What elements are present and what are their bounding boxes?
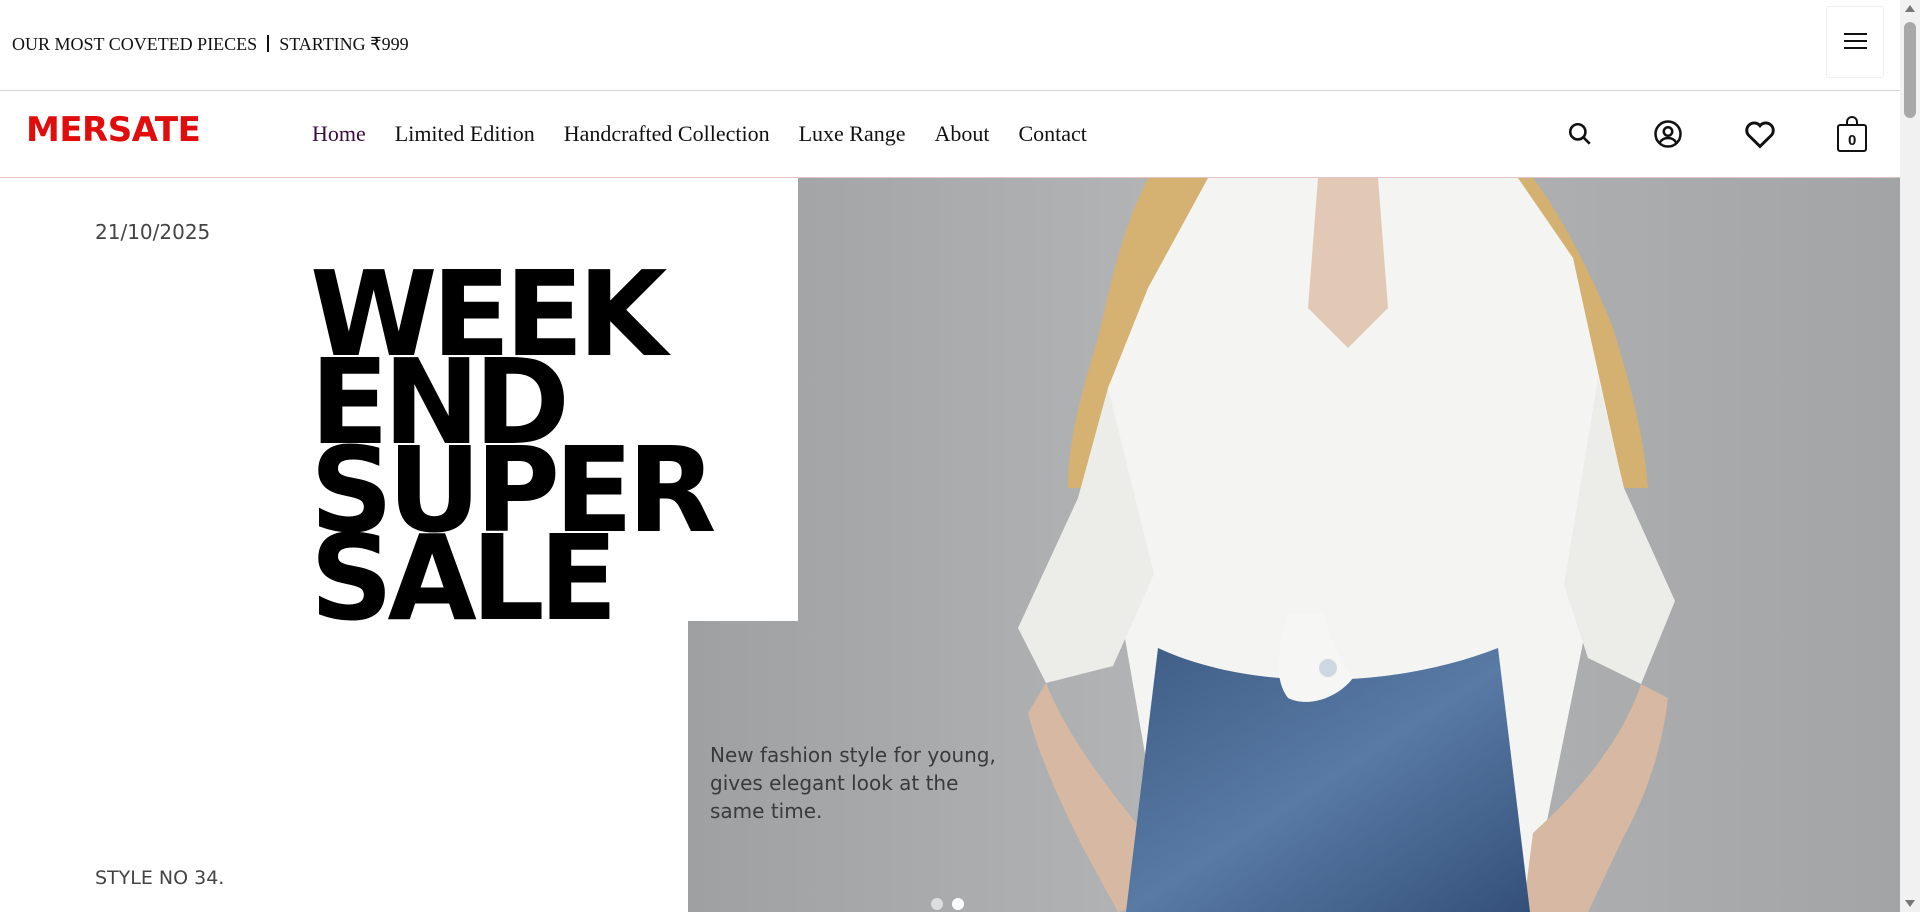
announcement-right: STARTING ₹999 — [279, 34, 409, 54]
scroll-down-icon[interactable] — [1905, 900, 1915, 907]
search-button[interactable] — [1560, 91, 1600, 177]
nav-luxe-range[interactable]: Luxe Range — [799, 121, 906, 147]
heart-icon — [1745, 121, 1775, 149]
nav-handcrafted-collection[interactable]: Handcrafted Collection — [564, 121, 770, 147]
hero-banner: 21/10/2025 WEEK END SUPER SALE New fashi… — [0, 178, 1900, 912]
scroll-up-icon[interactable] — [1905, 5, 1915, 12]
hero-date: 21/10/2025 — [95, 220, 211, 244]
announcement-text: OUR MOST COVETED PIECES STARTING ₹999 — [12, 34, 409, 55]
hero-caption: New fashion style for young, gives elega… — [710, 743, 996, 823]
main-nav: Home Limited Edition Handcrafted Collect… — [312, 121, 1116, 147]
menu-button[interactable] — [1826, 6, 1884, 78]
cart-button[interactable]: 0 — [1832, 91, 1872, 177]
hero-headline: WEEK END SUPER SALE — [310, 255, 719, 647]
announcement-left: OUR MOST COVETED PIECES — [12, 34, 258, 54]
menu-icon-line — [1844, 40, 1867, 42]
logo[interactable]: MERSATE — [26, 110, 201, 150]
page-scrollbar[interactable] — [1900, 0, 1920, 912]
search-icon — [1568, 122, 1591, 145]
carousel-dot[interactable] — [931, 898, 943, 910]
announcement-bar: OUR MOST COVETED PIECES STARTING ₹999 — [0, 0, 1900, 91]
carousel-dots — [931, 898, 964, 910]
headline-line: SALE — [310, 509, 618, 647]
menu-icon-line — [1844, 33, 1867, 35]
style-number: STYLE NO 34. — [95, 867, 225, 889]
site-header: MERSATE Home Limited Edition Handcrafted… — [0, 91, 1900, 178]
nav-about[interactable]: About — [934, 121, 989, 147]
account-button[interactable] — [1648, 91, 1688, 177]
user-icon — [1654, 120, 1682, 148]
nav-home[interactable]: Home — [312, 121, 366, 147]
carousel-dot-active[interactable] — [952, 898, 964, 910]
announcement-divider — [267, 35, 270, 52]
scroll-thumb[interactable] — [1904, 22, 1916, 118]
wishlist-button[interactable] — [1740, 91, 1780, 177]
cart-count: 0 — [1848, 132, 1857, 149]
nav-limited-edition[interactable]: Limited Edition — [395, 121, 535, 147]
menu-icon-line — [1844, 47, 1867, 49]
nav-contact[interactable]: Contact — [1018, 121, 1086, 147]
